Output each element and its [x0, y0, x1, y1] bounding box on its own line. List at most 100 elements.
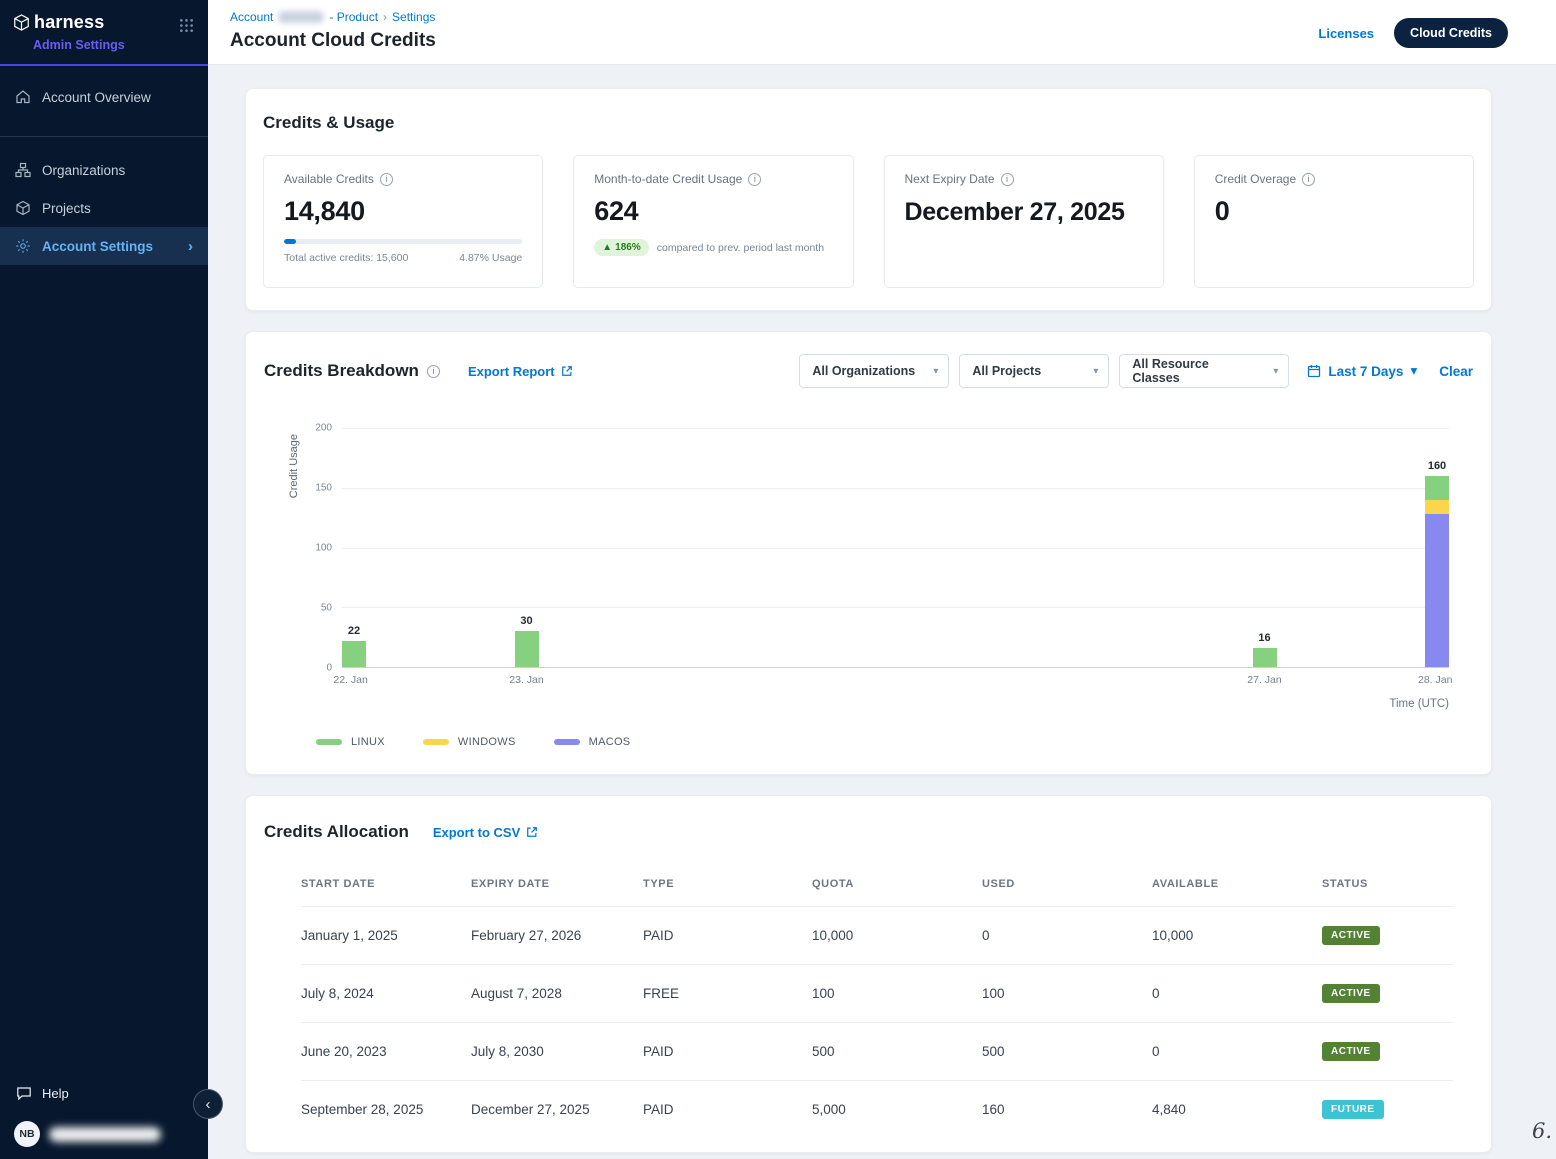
legend-swatch-macos: [554, 739, 580, 745]
bar-value-label: 22: [348, 625, 360, 637]
organizations-select[interactable]: All Organizations▾: [799, 354, 949, 388]
info-icon[interactable]: i: [1001, 173, 1014, 186]
help-button[interactable]: Help: [0, 1075, 208, 1111]
page-title: Account Cloud Credits: [230, 30, 436, 52]
chart-bar-23-jan: 30: [515, 631, 539, 667]
info-icon[interactable]: i: [1302, 173, 1315, 186]
stat-label: Credit Overage: [1215, 172, 1296, 186]
chart-x-axis-title: Time (UTC): [342, 698, 1449, 710]
sidebar-nav: Account Overview Organizations Projects …: [0, 66, 208, 265]
sidebar-item-label: Account Overview: [42, 90, 151, 105]
chart-y-ticks: 050100150200: [304, 428, 334, 668]
clear-filters-button[interactable]: Clear: [1439, 364, 1473, 379]
sidebar-item-organizations[interactable]: Organizations: [0, 151, 208, 189]
licenses-link[interactable]: Licenses: [1318, 26, 1374, 41]
user-name-redacted: [49, 1127, 161, 1142]
sidebar-collapse-button[interactable]: ‹: [193, 1089, 223, 1119]
user-row: NB: [0, 1111, 208, 1151]
app-switcher-icon[interactable]: [179, 18, 194, 38]
projects-select[interactable]: All Projects▾: [959, 354, 1109, 388]
sidebar-item-account-settings[interactable]: Account Settings ›: [0, 227, 208, 265]
table-row: September 28, 2025 December 27, 2025 PAI…: [301, 1080, 1453, 1138]
bar-value-label: 16: [1258, 632, 1270, 644]
allocation-table: START DATE EXPIRY DATE TYPE QUOTA USED A…: [301, 878, 1453, 1138]
legend-swatch-linux: [316, 739, 342, 745]
info-icon[interactable]: i: [427, 365, 440, 378]
info-icon[interactable]: i: [380, 173, 393, 186]
cloud-credits-button[interactable]: Cloud Credits: [1394, 18, 1508, 48]
harness-logo-icon: [12, 13, 31, 32]
stat-value: 0: [1215, 196, 1453, 227]
stat-value: December 27, 2025: [905, 196, 1143, 229]
home-icon: [15, 89, 31, 105]
x-tick-label: 22. Jan: [333, 674, 367, 686]
table-header-row: START DATE EXPIRY DATE TYPE QUOTA USED A…: [301, 878, 1453, 906]
legend-swatch-windows: [423, 739, 449, 745]
credits-allocation-card: Credits Allocation Export to CSV START D…: [245, 795, 1492, 1153]
main-area: Account - Product › Settings Account Clo…: [208, 0, 1556, 1159]
page-content: Credits & Usage Available Credits i 14,8…: [208, 65, 1556, 1159]
sidebar-item-account-overview[interactable]: Account Overview: [0, 78, 208, 116]
cube-icon: [15, 200, 31, 216]
chart-bar-27-jan: 16: [1253, 648, 1277, 667]
external-link-icon: [561, 365, 573, 377]
page-header: Account - Product › Settings Account Clo…: [208, 0, 1556, 65]
stat-label: Month-to-date Credit Usage: [594, 172, 742, 186]
delta-note: compared to prev. period last month: [657, 242, 824, 254]
table-row: June 20, 2023 July 8, 2030 PAID 500 500 …: [301, 1022, 1453, 1080]
breadcrumb: Account - Product › Settings: [230, 10, 436, 24]
info-icon[interactable]: i: [748, 173, 761, 186]
help-label: Help: [42, 1086, 69, 1101]
x-tick-label: 27. Jan: [1247, 674, 1281, 686]
chart-bar-28-jan: 160: [1425, 476, 1449, 667]
chart-legend: LINUX WINDOWS MACOS: [316, 736, 1449, 748]
sidebar-divider: [0, 136, 208, 137]
legend-label: MACOS: [589, 736, 631, 748]
status-badge: ACTIVE: [1322, 1042, 1380, 1061]
status-badge: ACTIVE: [1322, 984, 1380, 1003]
bar-value-label: 160: [1428, 460, 1446, 472]
gear-icon: [15, 238, 31, 254]
x-tick-label: 28. Jan: [1418, 674, 1452, 686]
export-csv-link[interactable]: Export to CSV: [433, 825, 538, 840]
chevron-right-icon: ›: [188, 238, 193, 255]
breadcrumb-product[interactable]: - Product: [329, 10, 378, 24]
delta-badge: ▲186%: [594, 239, 648, 256]
legend-item-windows[interactable]: WINDOWS: [423, 736, 516, 748]
usage-percent: 4.87% Usage: [459, 252, 522, 264]
credits-usage-title: Credits & Usage: [263, 113, 1474, 133]
col-start-date: START DATE: [301, 878, 471, 890]
status-badge: FUTURE: [1322, 1100, 1384, 1119]
legend-item-linux[interactable]: LINUX: [316, 736, 385, 748]
credits-chart: Credit Usage 050100150200 223016160 22. …: [264, 428, 1473, 748]
chat-icon: [16, 1085, 32, 1101]
breadcrumb-account[interactable]: Account: [230, 10, 273, 24]
resource-classes-select[interactable]: All Resource Classes▾: [1119, 354, 1289, 388]
chevron-down-icon: ▾: [1273, 366, 1278, 377]
sidebar-item-label: Account Settings: [42, 239, 153, 254]
breadcrumb-settings[interactable]: Settings: [392, 10, 435, 24]
stat-value: 624: [594, 196, 832, 227]
export-report-link[interactable]: Export Report: [468, 364, 573, 379]
col-expiry-date: EXPIRY DATE: [471, 878, 643, 890]
chart-x-axis: 22. Jan23. Jan27. Jan28. Jan: [342, 674, 1449, 689]
credits-progress-track: [284, 239, 522, 244]
credits-progress-fill: [284, 239, 296, 244]
stray-annotation: 6.: [1532, 1119, 1552, 1143]
sidebar-item-projects[interactable]: Projects: [0, 189, 208, 227]
legend-item-macos[interactable]: MACOS: [554, 736, 631, 748]
stat-value: 14,840: [284, 196, 522, 227]
stat-label: Next Expiry Date: [905, 172, 995, 186]
date-range-picker[interactable]: Last 7 Days ▾: [1307, 363, 1417, 379]
stat-label: Available Credits: [284, 172, 374, 186]
org-hierarchy-icon: [15, 162, 31, 178]
sidebar-item-label: Projects: [42, 201, 91, 216]
delta-up-icon: ▲: [602, 242, 612, 253]
stat-available-credits: Available Credits i 14,840 Total active …: [263, 155, 543, 288]
table-row: July 8, 2024 August 7, 2028 FREE 100 100…: [301, 964, 1453, 1022]
sidebar-footer: Help NB: [0, 1075, 208, 1159]
chart-plot: 22 30 16 160: [342, 428, 1449, 668]
sidebar: harness Admin Settings Account Overview: [0, 0, 208, 1159]
avatar[interactable]: NB: [14, 1121, 40, 1147]
legend-label: WINDOWS: [458, 736, 516, 748]
